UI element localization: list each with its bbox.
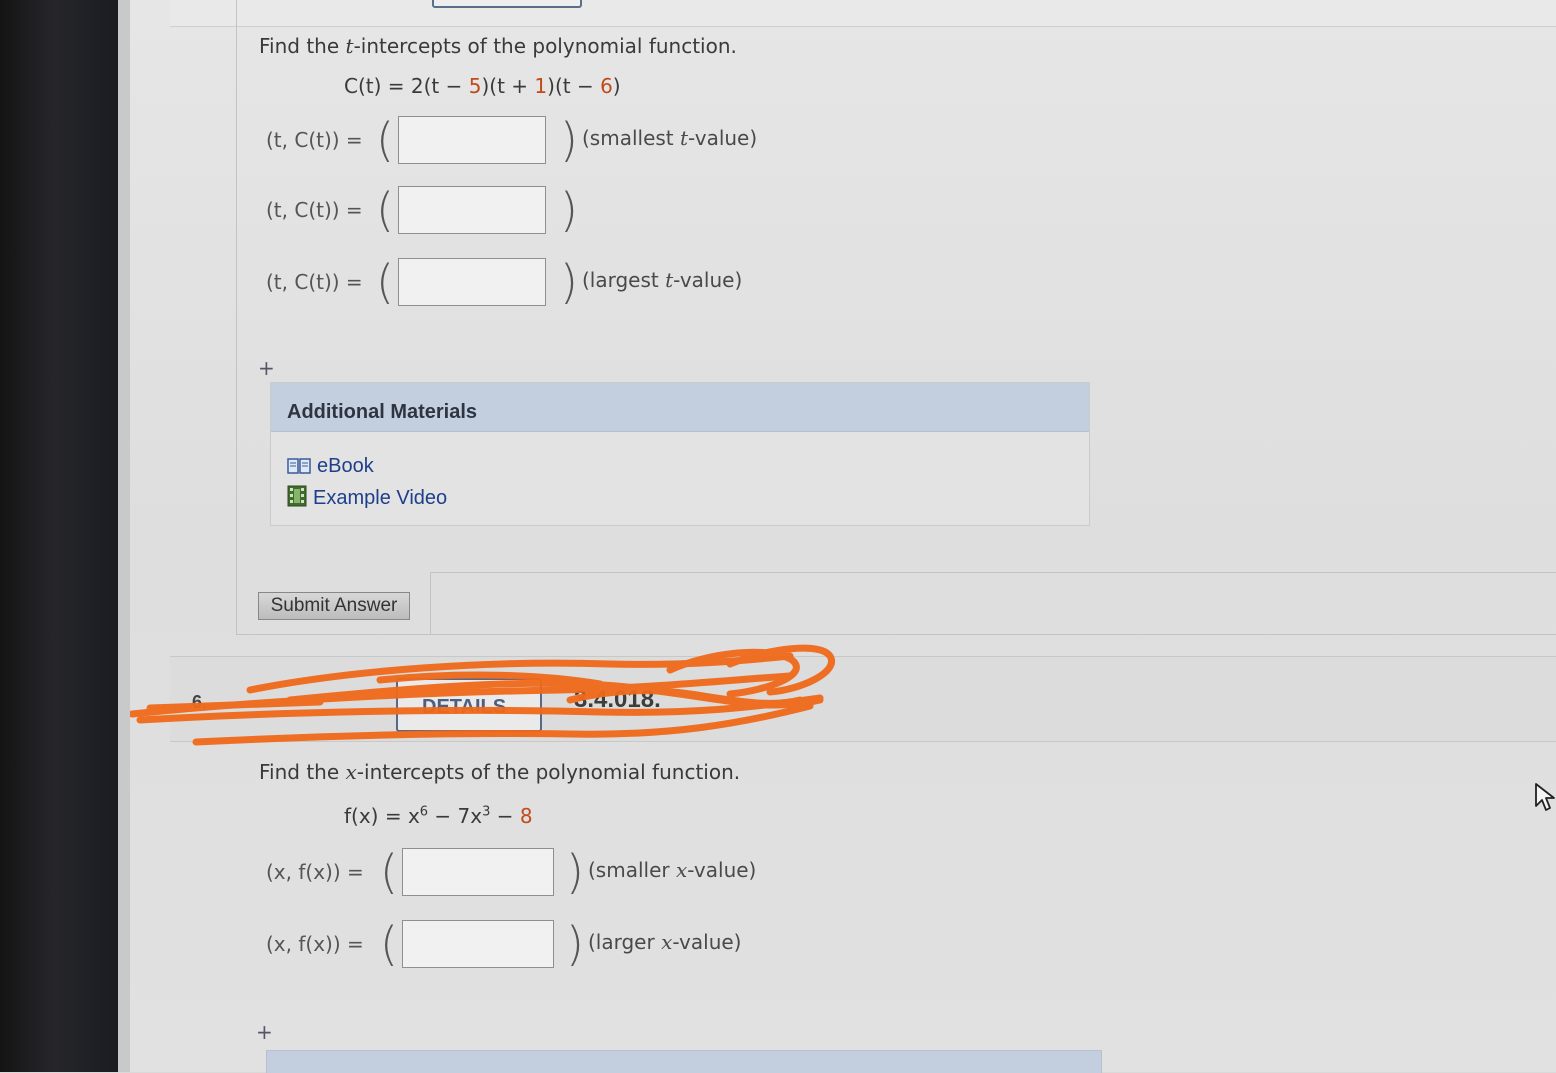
mouse-cursor-icon xyxy=(1534,782,1556,816)
question-6-equation: f(x) = x6 − 7x3 − 8 xyxy=(344,804,533,828)
t-intercept-input-2[interactable] xyxy=(398,186,546,234)
ebook-link[interactable]: eBook xyxy=(287,455,374,481)
coordinate-label: (x, f(x)) = xyxy=(266,860,364,884)
answer-row-largest: (t, C(t)) = ( ) (largest t-value) xyxy=(266,256,906,312)
coordinate-label: (x, f(x)) = xyxy=(266,932,364,956)
open-paren: ( xyxy=(376,183,394,237)
close-paren: ) xyxy=(560,255,578,309)
t-intercept-input-1[interactable] xyxy=(398,116,546,164)
book-icon xyxy=(287,457,311,481)
answer-row-larger: (x, f(x)) = ( ) (larger x-value) xyxy=(266,918,906,974)
open-paren: ( xyxy=(376,113,394,167)
answer-row-smallest: (t, C(t)) = ( ) (smallest t-value) xyxy=(266,114,906,170)
question-6-prompt: Find the x-intercepts of the polynomial … xyxy=(259,760,741,784)
screen-edge xyxy=(118,0,130,1072)
answer-row-smaller: (x, f(x)) = ( ) (smaller x-value) xyxy=(266,846,906,902)
video-icon xyxy=(287,485,307,513)
panel-divider xyxy=(430,572,1556,573)
coordinate-label: (t, C(t)) = xyxy=(266,128,363,152)
details-button[interactable]: DETAILS xyxy=(396,678,542,732)
close-paren: ) xyxy=(566,845,584,899)
webassign-page: Find the t-intercepts of the polynomial … xyxy=(130,0,1556,1073)
question-reference: 3.4.018. xyxy=(574,686,661,713)
monitor-bezel xyxy=(0,0,118,1072)
submit-answer-button[interactable]: Submit Answer xyxy=(258,592,410,620)
x-intercept-input-2[interactable] xyxy=(402,920,554,968)
t-intercept-input-3[interactable] xyxy=(398,258,546,306)
expand-plus-icon[interactable]: + xyxy=(256,1020,273,1044)
question-5-prompt: Find the t-intercepts of the polynomial … xyxy=(259,34,737,58)
x-intercept-input-1[interactable] xyxy=(402,848,554,896)
open-paren: ( xyxy=(380,845,398,899)
additional-materials-title: Additional Materials xyxy=(271,383,1089,432)
additional-materials-panel: Additional Materials eBook Example Video xyxy=(270,382,1090,526)
close-paren: ) xyxy=(560,113,578,167)
open-paren: ( xyxy=(376,255,394,309)
expand-plus-icon[interactable]: + xyxy=(258,356,275,380)
answer-row-middle: (t, C(t)) = ( ) xyxy=(266,184,906,240)
example-video-link[interactable]: Example Video xyxy=(287,485,447,513)
panel-divider-vertical xyxy=(430,572,431,634)
hint-largest: (largest t-value) xyxy=(582,268,743,292)
question-5-equation: C(t) = 2(t − 5)(t + 1)(t − 6) xyxy=(344,74,621,98)
close-paren: ) xyxy=(560,183,578,237)
additional-materials-panel-q6 xyxy=(266,1050,1102,1073)
close-paren: ) xyxy=(566,917,584,971)
question-number: 6. xyxy=(192,692,208,712)
open-paren: ( xyxy=(380,917,398,971)
hint-larger: (larger x-value) xyxy=(588,930,742,954)
hint-smallest: (smallest t-value) xyxy=(582,126,758,150)
hint-smaller: (smaller x-value) xyxy=(588,858,757,882)
coordinate-label: (t, C(t)) = xyxy=(266,198,363,222)
coordinate-label: (t, C(t)) = xyxy=(266,270,363,294)
question-6-header xyxy=(170,656,1556,742)
